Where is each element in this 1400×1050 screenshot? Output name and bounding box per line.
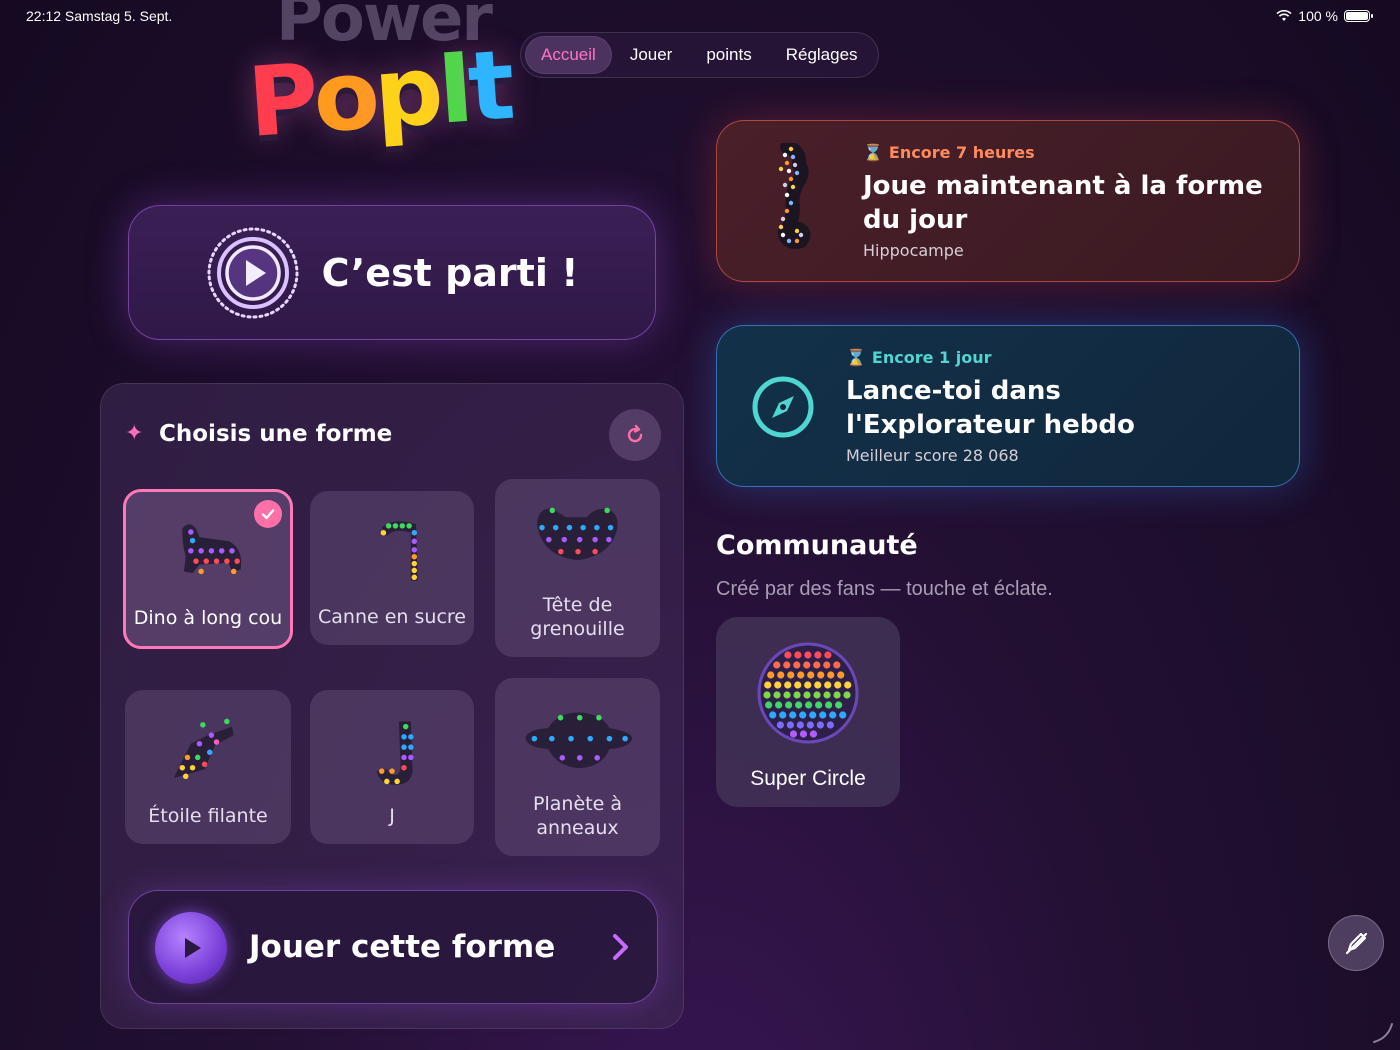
battery-icon (1344, 10, 1373, 22)
daily-event-card[interactable]: ⌛ Encore 7 heures Joue maintenant à la f… (716, 120, 1300, 282)
shape-preview-art (376, 721, 414, 785)
compass-icon (752, 376, 814, 438)
weekly-subtitle: Meilleur score 28 068 (846, 446, 1019, 465)
shape-name: Tête de grenouille (530, 594, 625, 640)
shape-name: J (389, 805, 395, 827)
pencil-slash-icon (1345, 932, 1368, 955)
tab-0[interactable]: Accueil (525, 36, 612, 74)
shape-name: Étoile filante (148, 805, 268, 827)
shape-preview-art (536, 507, 618, 561)
daily-title-line2: du jour (863, 205, 968, 235)
community-subtitle: Créé par des fans — touche et éclate. (716, 578, 1053, 600)
shape-card[interactable]: Planète à anneaux (495, 678, 660, 856)
logo-letter: t (464, 29, 514, 144)
play-circle-icon (207, 227, 299, 318)
refresh-button[interactable] (609, 409, 661, 461)
daily-title-line1: Joue maintenant à la forme (863, 171, 1263, 201)
tab-2[interactable]: points (690, 36, 767, 74)
battery-percent: 100 % (1298, 8, 1338, 24)
wifi-icon (1276, 10, 1292, 21)
tab-3[interactable]: Réglages (770, 36, 874, 74)
shape-panel: ✦ Choisis une forme Dino à long cou Canne… (100, 383, 684, 1029)
main-nav: Accueil Jouer points Réglages (520, 32, 879, 78)
daily-timer-text: Encore 7 heures (888, 143, 1035, 162)
app-logo: Power PopIt (240, 0, 550, 160)
super-circle-art (757, 642, 859, 744)
play-shape-button[interactable]: Jouer cette forme (128, 890, 658, 1004)
hourglass-icon: ⌛ (863, 143, 883, 162)
weekly-title-line2: l'Explorateur hebdo (846, 410, 1135, 440)
status-right: 100 % (1276, 8, 1373, 24)
start-button[interactable]: C’est parti ! (128, 205, 656, 340)
shape-preview-art (380, 521, 418, 581)
daily-title: Joue maintenant à la forme du jour (863, 169, 1263, 237)
weekly-title-line1: Lance-toi dans (846, 376, 1061, 406)
sparkle-icon: ✦ (125, 421, 144, 446)
shape-preview-art (182, 524, 242, 575)
shape-card[interactable]: Dino à long cou (123, 489, 293, 649)
weekly-title: Lance-toi dans l'Explorateur hebdo (846, 374, 1135, 442)
logo-letter: P (244, 42, 318, 159)
logo-line2: PopIt (244, 29, 514, 159)
status-time-date: 22:12 Samstag 5. Sept. (26, 8, 173, 24)
shape-panel-title: Choisis une forme (159, 421, 393, 447)
refresh-icon (627, 424, 643, 443)
shape-card[interactable]: Tête de grenouille (495, 479, 660, 657)
shape-card[interactable]: J (310, 690, 474, 844)
tab-1[interactable]: Jouer (614, 36, 689, 74)
community-item[interactable]: Super Circle (716, 617, 900, 807)
logo-letter: p (370, 34, 442, 151)
resize-handle-icon (1373, 1023, 1393, 1043)
edit-button[interactable] (1328, 915, 1384, 971)
daily-subtitle: Hippocampe (863, 241, 964, 260)
seahorse-icon (777, 143, 811, 249)
community-title: Communauté (716, 530, 918, 561)
shape-card[interactable]: Étoile filante (125, 690, 291, 844)
daily-timer: ⌛ Encore 7 heures (863, 143, 1035, 162)
weekly-timer: ⌛ Encore 1 jour (846, 348, 992, 367)
play-icon (155, 912, 227, 984)
play-shape-label: Jouer cette forme (249, 929, 556, 965)
shape-preview-art (173, 718, 234, 780)
logo-letter: o (309, 38, 379, 155)
start-label: C’est parti ! (321, 250, 579, 295)
community-item-name: Super Circle (750, 767, 866, 790)
shape-name: Canne en sucre (318, 606, 466, 628)
weekly-event-card[interactable]: ⌛ Encore 1 jour Lance-toi dans l'Explora… (716, 325, 1300, 487)
status-bar: 22:12 Samstag 5. Sept. 100 % (0, 0, 1400, 34)
shape-name: Planète à anneaux (533, 793, 622, 839)
check-icon (254, 500, 282, 528)
shape-name: Dino à long cou (133, 607, 283, 629)
shape-preview-art (525, 712, 632, 769)
shape-card[interactable]: Canne en sucre (310, 491, 474, 645)
chevron-right-icon (613, 934, 628, 960)
weekly-timer-text: Encore 1 jour (871, 348, 992, 367)
hourglass-icon: ⌛ (846, 348, 866, 367)
